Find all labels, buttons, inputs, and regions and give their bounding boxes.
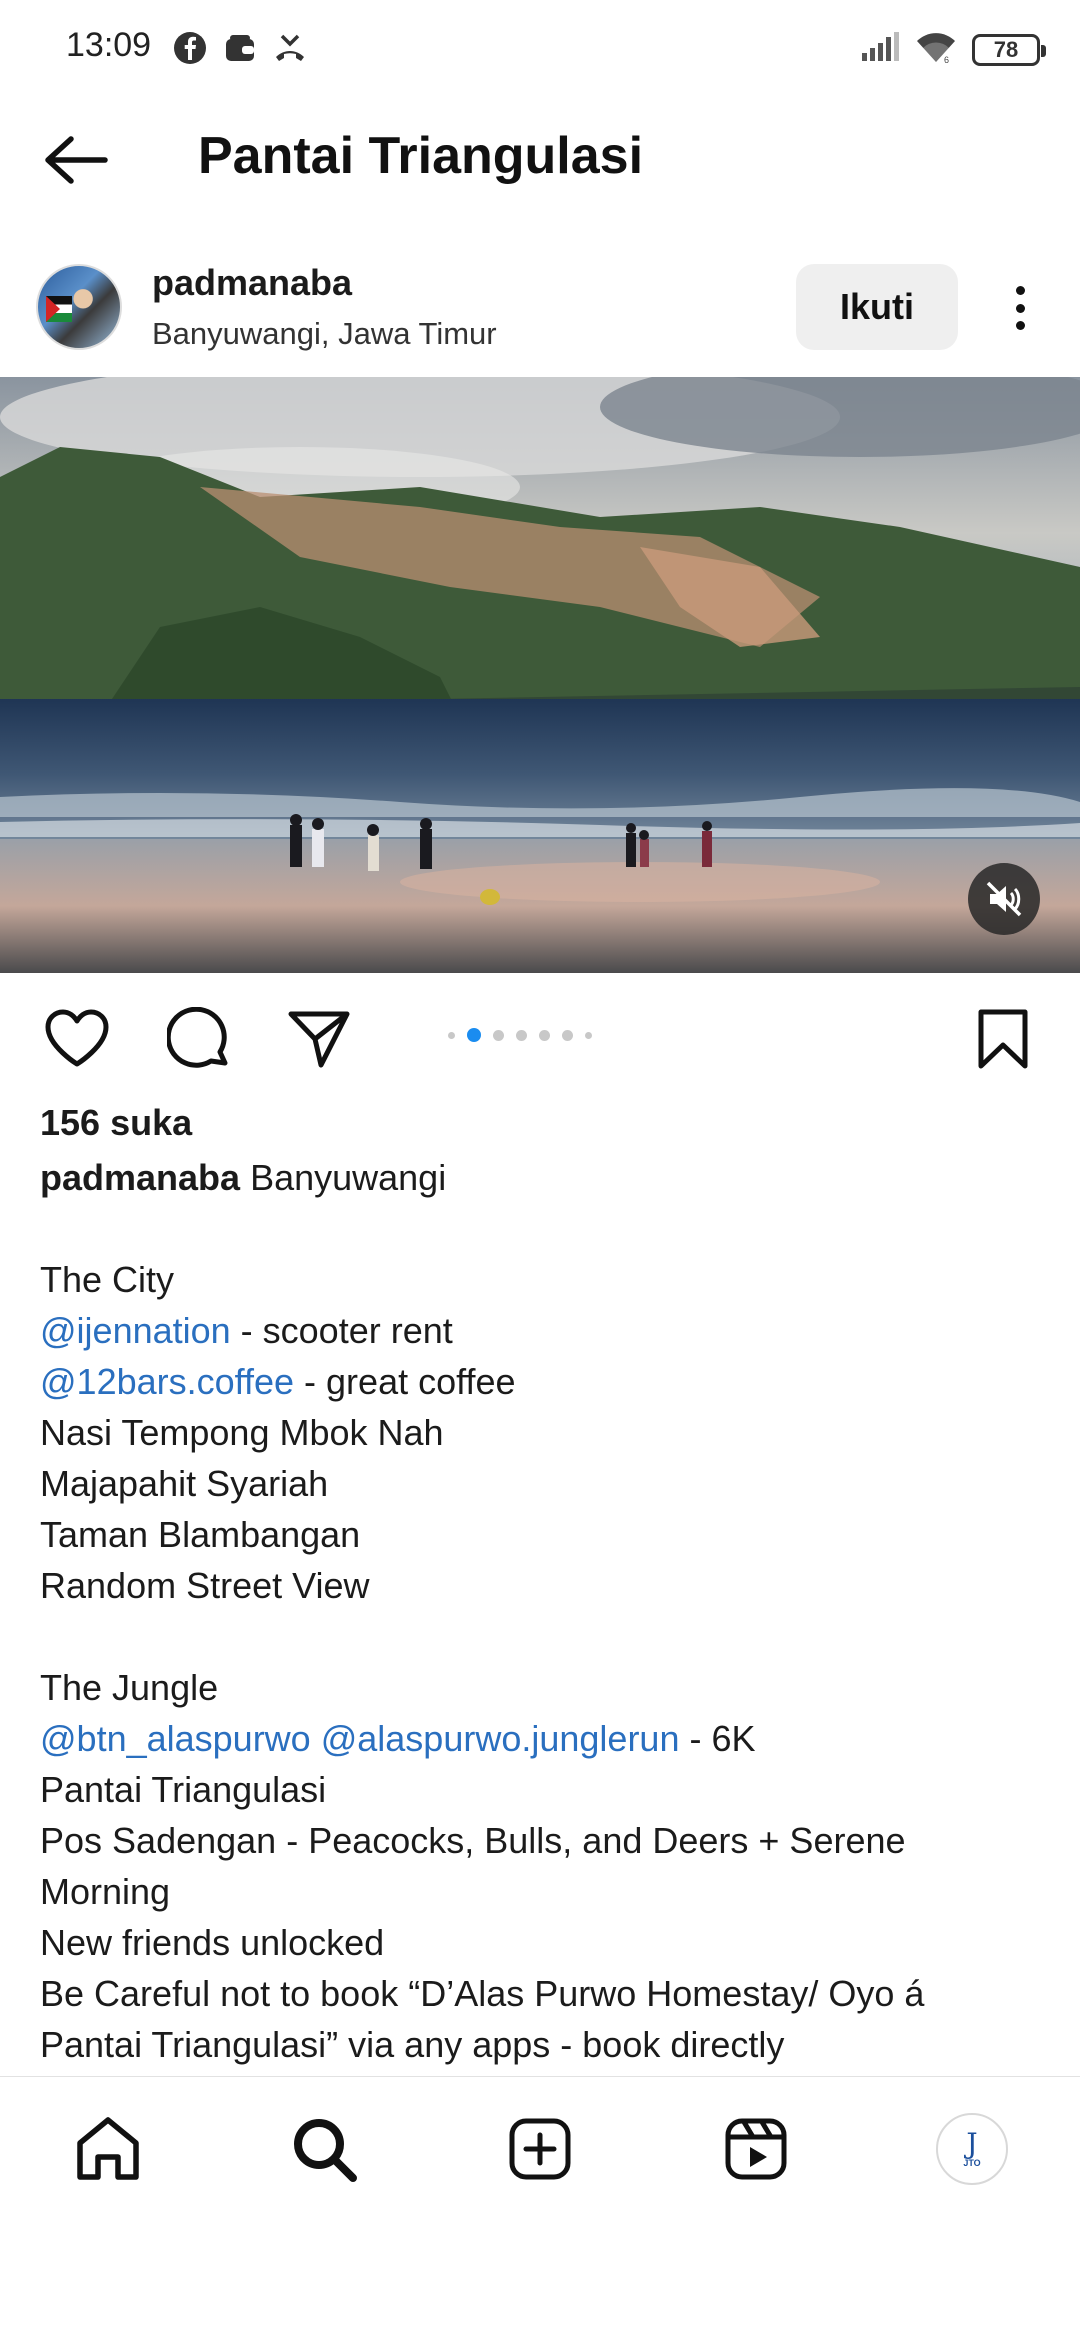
caption-text: Be Careful not to book “D’Alas Purwo Hom… xyxy=(40,1973,925,2014)
avatar[interactable] xyxy=(36,264,122,350)
carousel-dot xyxy=(562,1029,573,1041)
notification-icons xyxy=(172,30,308,66)
caption-line: @ijennation - scooter rent xyxy=(40,1305,1050,1356)
post-image[interactable] xyxy=(0,377,1080,973)
caption-line: Pos Sadengan - Peacocks, Bulls, and Deer… xyxy=(40,1815,1050,1866)
caption-line: @12bars.coffee - great coffee xyxy=(40,1356,1050,1407)
carousel-dot-active xyxy=(467,1028,481,1042)
bottom-navigation: J JTO xyxy=(0,2076,1080,2216)
caption-author[interactable]: padmanaba xyxy=(40,1157,240,1198)
caption-line: Morning xyxy=(40,1866,1050,1917)
caption-text: Nasi Tempong Mbok Nah xyxy=(40,1412,444,1453)
back-button[interactable] xyxy=(40,128,112,192)
comment-icon xyxy=(167,1007,228,1068)
wifi-icon: 6 xyxy=(914,30,958,69)
carousel-indicator xyxy=(0,990,1080,1080)
wallet-icon xyxy=(222,30,258,66)
mention-link[interactable]: @ijennation xyxy=(40,1310,231,1351)
more-options-icon[interactable] xyxy=(1000,280,1040,336)
caption-text: Majapahit Syariah xyxy=(40,1463,329,1504)
beach-photo xyxy=(0,377,1080,973)
caption-text: - great coffee xyxy=(294,1361,516,1402)
system-icons: 6 78 xyxy=(860,30,1046,69)
share-button[interactable] xyxy=(284,1004,354,1074)
caption-line: @btn_alaspurwo @alaspurwo.junglerun - 6K xyxy=(40,1713,1050,1764)
heart-icon xyxy=(45,1009,109,1067)
caption-text: Pantai Triangulasi xyxy=(40,1769,327,1810)
caption-line: Pantai Triangulasi xyxy=(40,1764,1050,1815)
profile-avatar: J JTO xyxy=(936,2113,1008,2185)
top-app-bar: Pantai Triangulasi xyxy=(0,100,1080,220)
battery-icon: 78 xyxy=(972,33,1046,66)
post-caption: padmanaba Banyuwangi The City @ijennation… xyxy=(40,1152,1050,2070)
caption-line: Random Street View xyxy=(40,1560,1050,1611)
status-bar: 13:09 6 78 xyxy=(0,0,1080,100)
carousel-dot xyxy=(448,1031,455,1039)
caption-text: Taman Blambangan xyxy=(40,1514,361,1555)
caption-text: Banyuwangi xyxy=(240,1157,447,1198)
post-actions xyxy=(0,990,1080,1080)
caption-line: Nasi Tempong Mbok Nah xyxy=(40,1407,1050,1458)
nav-reels[interactable] xyxy=(718,2111,794,2187)
caption-text: New friends unlocked xyxy=(40,1922,385,1963)
carousel-dot xyxy=(493,1029,504,1041)
signal-icon xyxy=(860,31,900,68)
home-icon xyxy=(77,2117,139,2180)
missed-call-icon xyxy=(272,30,308,66)
caption-first-line: padmanaba Banyuwangi xyxy=(40,1152,1050,1203)
caption-text: The Jungle xyxy=(40,1667,219,1708)
caption-line: The City xyxy=(40,1254,1050,1305)
carousel-dot xyxy=(539,1029,550,1041)
mention-link[interactable]: @12bars.coffee xyxy=(40,1361,294,1402)
bookmark-icon xyxy=(978,1009,1028,1069)
reels-icon xyxy=(725,2118,787,2180)
nav-home[interactable] xyxy=(70,2111,146,2187)
send-icon xyxy=(288,1011,350,1068)
page-title: Pantai Triangulasi xyxy=(198,127,644,185)
caption-line xyxy=(40,1611,1050,1662)
caption-line: The Jungle xyxy=(40,1662,1050,1713)
mute-button[interactable] xyxy=(968,863,1040,935)
caption-text: Pantai Triangulasi” via any apps - book … xyxy=(40,2024,785,2065)
caption-text: - scooter rent xyxy=(230,1310,453,1351)
caption-text: Pos Sadengan - Peacocks, Bulls, and Deer… xyxy=(40,1820,906,1861)
arrow-left-icon xyxy=(45,136,108,184)
caption-line: Taman Blambangan xyxy=(40,1509,1050,1560)
post-header: padmanaba Banyuwangi, Jawa Timur Ikuti xyxy=(0,250,1080,376)
carousel-dot xyxy=(585,1031,592,1039)
follow-button[interactable]: Ikuti xyxy=(796,264,958,350)
svg-text:6: 6 xyxy=(944,55,949,64)
mention-link[interactable]: @btn_alaspurwo xyxy=(40,1718,311,1759)
nav-search[interactable] xyxy=(286,2111,362,2187)
speaker-muted-icon xyxy=(986,881,1022,917)
caption-line xyxy=(40,1203,1050,1254)
profile-logo-text: JTO xyxy=(963,2158,981,2168)
caption-line: Be Careful not to book “D’Alas Purwo Hom… xyxy=(40,1968,1050,2019)
profile-logo-letter: J xyxy=(966,2127,978,2160)
nav-create[interactable] xyxy=(502,2111,578,2187)
facebook-icon xyxy=(172,30,208,66)
nav-profile[interactable]: J JTO xyxy=(934,2111,1010,2187)
like-button[interactable] xyxy=(42,1004,112,1074)
caption-text xyxy=(311,1718,321,1759)
caption-line: Pantai Triangulasi” via any apps - book … xyxy=(40,2019,1050,2070)
mention-link[interactable]: @alaspurwo.junglerun xyxy=(321,1718,680,1759)
post-username[interactable]: padmanaba xyxy=(152,262,352,304)
comment-button[interactable] xyxy=(164,1004,234,1074)
caption-line: Majapahit Syariah xyxy=(40,1458,1050,1509)
caption-line: New friends unlocked xyxy=(40,1917,1050,1968)
caption-text: Morning xyxy=(40,1871,171,1912)
create-icon xyxy=(509,2118,571,2180)
carousel-dot xyxy=(516,1029,527,1041)
search-icon xyxy=(294,2119,357,2182)
caption-text: The City xyxy=(40,1259,175,1300)
post-location[interactable]: Banyuwangi, Jawa Timur xyxy=(152,316,497,352)
system-nav-area xyxy=(0,2216,1080,2340)
caption-text: - 6K xyxy=(679,1718,756,1759)
save-button[interactable] xyxy=(968,1004,1038,1074)
likes-count[interactable]: 156 suka xyxy=(40,1102,192,1144)
battery-level: 78 xyxy=(993,36,1019,62)
status-time: 13:09 xyxy=(66,26,152,64)
caption-text: Random Street View xyxy=(40,1565,370,1606)
